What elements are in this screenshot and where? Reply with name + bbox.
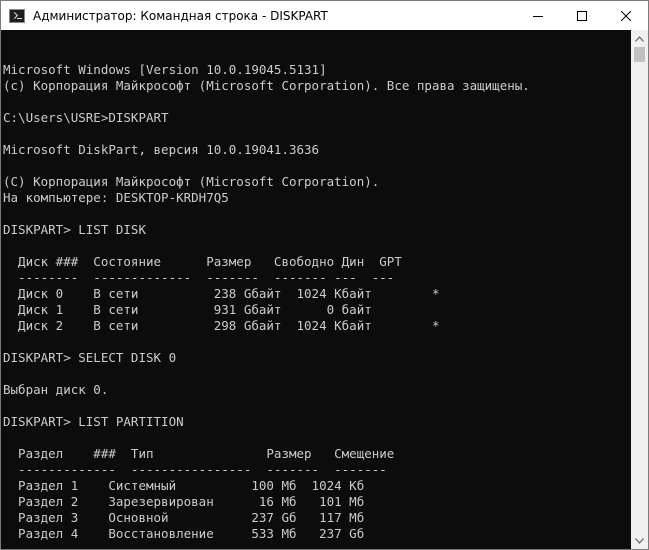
command-prompt-icon (9, 8, 25, 23)
console-line: ------------- ---------------- ------- -… (3, 462, 387, 477)
console-line: DISKPART> LIST PARTITION (3, 414, 184, 429)
scroll-down-button[interactable] (631, 532, 648, 549)
console-line: Диск 2 В сети 298 Gбайт 1024 Кбайт * (3, 318, 440, 333)
maximize-icon (577, 10, 587, 21)
close-button[interactable] (604, 1, 648, 30)
console-line: Выбран диск 0. (3, 382, 109, 397)
console-line: C:\Users\USRE>DISKPART (3, 110, 169, 125)
console-line: DISKPART> SELECT DISK 0 (3, 350, 177, 365)
maximize-button[interactable] (560, 1, 604, 30)
window-controls (516, 1, 648, 30)
console-output[interactable]: Microsoft Windows [Version 10.0.19045.51… (3, 30, 631, 549)
console-line: Диск 1 В сети 931 Gбайт 0 байт (3, 302, 372, 317)
console-line: Раздел 3 Основной 237 Gб 117 Мб (3, 510, 365, 525)
console-line: (c) Корпорация Майкрософт (Microsoft Cor… (3, 78, 530, 93)
console-line: Раздел 1 Системный 100 Мб 1024 Кб (3, 478, 365, 493)
window-title: Администратор: Командная строка - DISKPA… (33, 8, 328, 23)
scroll-thumb[interactable] (634, 47, 645, 62)
console-line: На компьютере: DESKTOP-KRDH7Q5 (3, 190, 229, 205)
scroll-up-button[interactable] (631, 30, 648, 47)
console-line: Microsoft Windows [Version 10.0.19045.51… (3, 62, 327, 77)
chevron-up-icon (635, 35, 644, 42)
console-line: Раздел ### Тип Размер Смещение (3, 446, 395, 461)
console-line: DISKPART> LIST DISK (3, 222, 146, 237)
chevron-down-icon (635, 537, 644, 544)
console-window: Администратор: Командная строка - DISKPA… (0, 0, 649, 550)
minimize-icon (533, 15, 543, 17)
console-line: Диск ### Состояние Размер Свободно Дин G… (3, 254, 402, 269)
minimize-button[interactable] (516, 1, 560, 30)
console-line: (C) Корпорация Майкрософт (Microsoft Cor… (3, 174, 380, 189)
close-icon (621, 10, 631, 21)
console-line: Раздел 4 Восстановление 533 Мб 237 Gб (3, 526, 365, 541)
title-bar[interactable]: Администратор: Командная строка - DISKPA… (1, 1, 648, 30)
console-line: Диск 0 В сети 238 Gбайт 1024 Кбайт * (3, 286, 440, 301)
vertical-scrollbar[interactable] (631, 30, 648, 549)
console-line: Раздел 2 Зарезервирован 16 Мб 101 Мб (3, 494, 365, 509)
console-line: -------- ------------- ------- ------- -… (3, 270, 395, 285)
console-line: Microsoft DiskPart, версия 10.0.19041.36… (3, 142, 320, 157)
